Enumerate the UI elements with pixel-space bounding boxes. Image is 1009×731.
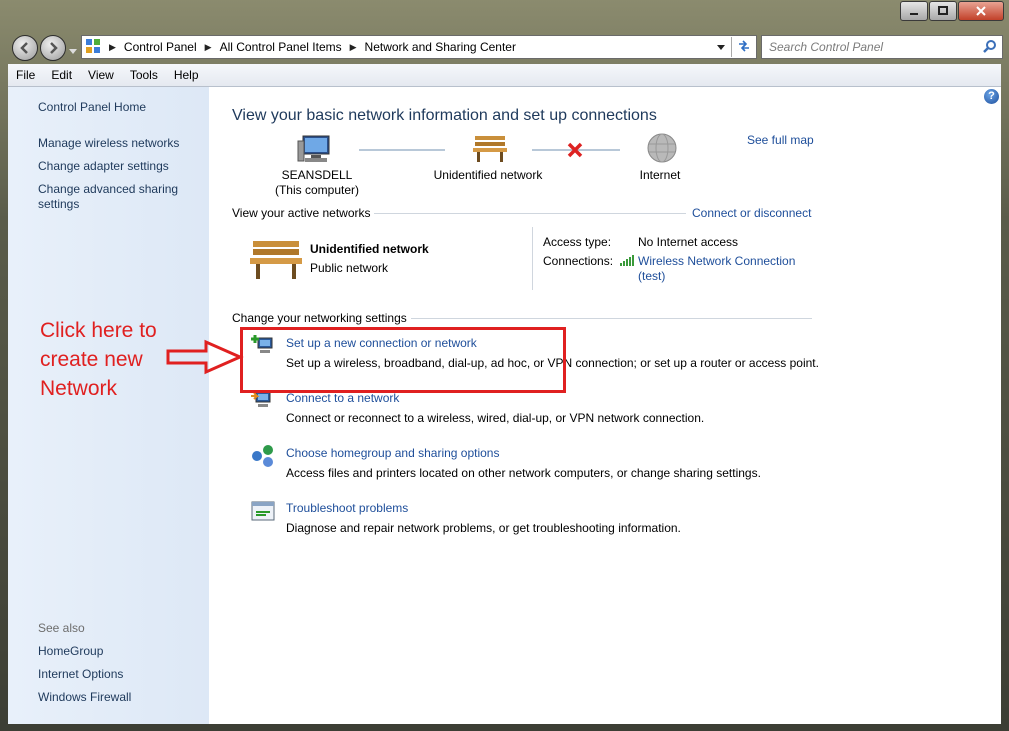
wireless-connection-ssid[interactable]: (test): [638, 269, 795, 284]
change-advanced-sharing-line1[interactable]: Change advanced sharing: [38, 182, 178, 196]
wireless-connection-link[interactable]: Wireless Network Connection (test): [638, 254, 795, 284]
no-connection-x-icon: [567, 142, 583, 161]
search-icon[interactable]: [983, 39, 997, 56]
explorer-window: ▶ Control Panel ▶ All Control Panel Item…: [0, 0, 1009, 731]
internet-globe-icon[interactable]: [646, 132, 678, 167]
homegroup-link[interactable]: HomeGroup: [38, 644, 103, 659]
refresh-icon[interactable]: [737, 39, 751, 56]
troubleshoot-desc: Diagnose and repair network problems, or…: [286, 521, 681, 535]
manage-wireless-networks-link[interactable]: Manage wireless networks: [38, 136, 179, 151]
signal-bars-icon: [619, 255, 635, 270]
see-full-map-link[interactable]: See full map: [747, 133, 814, 147]
network-bench-large-icon[interactable]: [250, 237, 302, 284]
connections-label: Connections:: [543, 254, 614, 268]
wireless-connection-name[interactable]: Wireless Network Connection: [638, 254, 795, 269]
menu-help[interactable]: Help: [166, 68, 207, 82]
access-type-value: No Internet access: [638, 235, 739, 249]
menu-view[interactable]: View: [80, 68, 122, 82]
page-title: View your basic network information and …: [232, 107, 657, 124]
internet-label: Internet: [639, 168, 681, 182]
control-panel-icon: [85, 38, 101, 57]
breadcrumb-separator-icon[interactable]: ▶: [109, 42, 116, 53]
access-type-label: Access type:: [543, 235, 612, 249]
left-navigation-pane: Control Panel Home Manage wireless netwo…: [8, 87, 209, 724]
annotation-line: Network: [40, 377, 118, 400]
breadcrumb-control-panel[interactable]: Control Panel: [124, 40, 197, 54]
search-box[interactable]: Search Control Panel: [761, 35, 1003, 59]
window-controls: [899, 1, 1004, 21]
breadcrumb-network-center[interactable]: Network and Sharing Center: [365, 40, 516, 54]
homegroup-sharing-link[interactable]: Choose homegroup and sharing options: [286, 446, 499, 460]
change-adapter-settings-link[interactable]: Change adapter settings: [38, 159, 169, 174]
annotation-text: Click here to create new Network: [40, 316, 157, 403]
annotation-arrow-icon: [166, 339, 244, 378]
annotation-highlight-box: [240, 327, 566, 393]
connect-or-disconnect-link[interactable]: Connect or disconnect: [692, 206, 811, 220]
annotation-line: create new: [40, 348, 143, 371]
connect-to-network-desc: Connect or reconnect to a wireless, wire…: [286, 411, 705, 425]
help-icon[interactable]: ?: [984, 89, 999, 104]
troubleshoot-icon[interactable]: [251, 499, 275, 526]
divider: [374, 213, 686, 214]
divider: [411, 318, 812, 319]
computer-icon[interactable]: [297, 133, 333, 168]
active-networks-label: View your active networks: [232, 206, 371, 220]
forward-button[interactable]: [40, 35, 66, 61]
annotation-line: Click here to: [40, 319, 157, 342]
computer-sub: (This computer): [274, 183, 360, 197]
back-button[interactable]: [12, 35, 38, 61]
close-icon[interactable]: [958, 1, 1004, 21]
homegroup-icon[interactable]: [250, 444, 276, 471]
search-input[interactable]: Search Control Panel: [769, 40, 983, 54]
windows-firewall-link[interactable]: Windows Firewall: [38, 690, 131, 705]
breadcrumb-separator-icon[interactable]: ▶: [350, 42, 357, 53]
recent-pages-chevron-icon[interactable]: [69, 44, 77, 58]
minimize-icon[interactable]: [900, 1, 928, 21]
menu-bar: File Edit View Tools Help: [8, 64, 1001, 87]
address-bar[interactable]: ▶ Control Panel ▶ All Control Panel Item…: [81, 35, 757, 59]
computer-name: SEANSDELL: [281, 168, 353, 182]
network-bench-icon[interactable]: [473, 133, 507, 166]
change-advanced-sharing-line2[interactable]: settings: [38, 197, 79, 211]
menu-file[interactable]: File: [8, 68, 43, 82]
homegroup-sharing-desc: Access files and printers located on oth…: [286, 466, 761, 480]
maximize-icon[interactable]: [929, 1, 957, 21]
internet-options-link[interactable]: Internet Options: [38, 667, 123, 682]
see-also-heading: See also: [38, 621, 85, 635]
active-network-type[interactable]: Public network: [310, 261, 388, 275]
network-label: Unidentified network: [433, 168, 543, 182]
active-network-name: Unidentified network: [310, 242, 429, 256]
breadcrumb-all-items[interactable]: All Control Panel Items: [220, 40, 342, 54]
change-advanced-sharing-link[interactable]: Change advanced sharing settings: [38, 182, 178, 212]
control-panel-home-link[interactable]: Control Panel Home: [38, 100, 146, 115]
divider-vertical: [532, 227, 533, 290]
troubleshoot-link[interactable]: Troubleshoot problems: [286, 501, 408, 515]
menu-edit[interactable]: Edit: [43, 68, 80, 82]
change-settings-label: Change your networking settings: [232, 311, 407, 325]
main-content: ? View your basic network information an…: [209, 87, 1001, 724]
address-dropdown-icon[interactable]: [717, 40, 725, 54]
connect-to-network-link[interactable]: Connect to a network: [286, 391, 399, 405]
breadcrumb-separator-icon[interactable]: ▶: [205, 42, 212, 53]
map-connector: [359, 149, 445, 151]
menu-tools[interactable]: Tools: [122, 68, 166, 82]
computer-label: SEANSDELL (This computer): [267, 168, 367, 197]
